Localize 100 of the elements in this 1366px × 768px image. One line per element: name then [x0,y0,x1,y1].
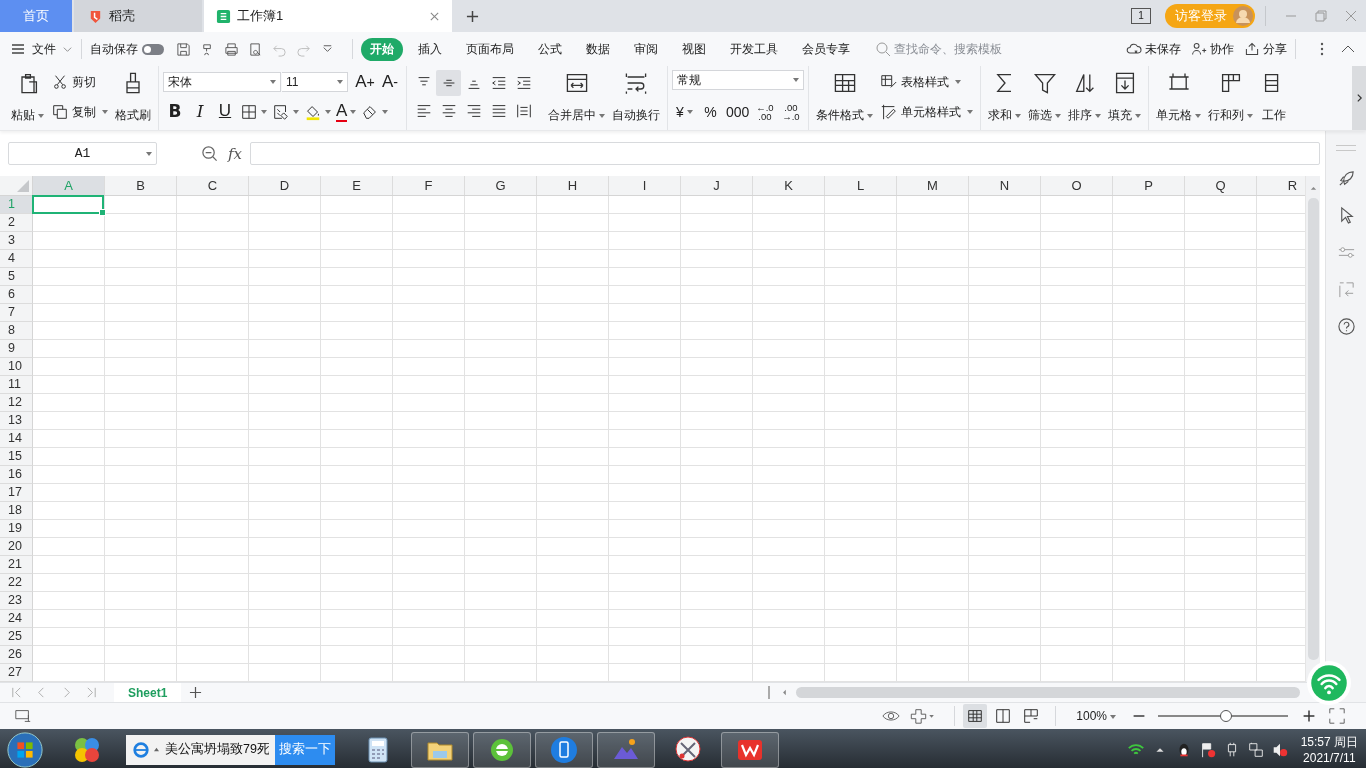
conditional-format-button[interactable]: 条件格式 [813,68,876,126]
row-header[interactable]: 6 [0,286,33,304]
close-icon[interactable] [429,10,440,22]
column-header[interactable]: D [249,176,321,195]
row-header[interactable]: 23 [0,592,33,610]
row-header[interactable]: 5 [0,268,33,286]
ribbon-tab[interactable]: 公式 [529,37,571,61]
print-preview-icon[interactable] [248,41,263,57]
taskbar-app[interactable] [411,731,469,768]
thousands-button[interactable]: 000 [724,100,752,124]
fill-button[interactable]: 填充 [1105,68,1144,126]
decrease-decimal-button[interactable]: .00 →.0 [778,100,804,124]
slider-thumb[interactable] [1219,710,1232,722]
transfer-icon[interactable] [1336,280,1356,299]
row-header[interactable]: 3 [0,232,33,250]
copy-button[interactable]: 复制 [48,100,111,124]
taskbar-app[interactable] [721,731,779,768]
column-header[interactable]: N [969,176,1041,195]
worksheet-button[interactable]: 工作 [1257,68,1291,126]
row-header[interactable]: 19 [0,520,33,538]
docer-tab[interactable]: 稻壳 [74,0,202,32]
cell-row[interactable] [33,340,1305,358]
bold-button[interactable]: B [163,100,187,124]
font-size-dropdown[interactable]: 11 [282,72,348,92]
column-header[interactable]: I [609,176,681,195]
command-search-input[interactable]: 查找命令、搜索模板 [894,42,1022,56]
ribbon-tab[interactable]: 数据 [577,37,619,61]
percent-button[interactable]: % [698,100,723,124]
row-header[interactable]: 14 [0,430,33,448]
function-label[interactable]: fx [228,144,242,163]
row-header[interactable]: 10 [0,358,33,376]
currency-button[interactable]: ¥ [672,100,697,124]
italic-button[interactable]: I [188,100,212,124]
cell-row[interactable] [33,358,1305,376]
cell-row[interactable] [33,250,1305,268]
cell-row[interactable] [33,556,1305,574]
network-icon[interactable] [1246,740,1265,759]
cell-row[interactable] [33,628,1305,646]
cell-row[interactable] [33,322,1305,340]
fullscreen-icon[interactable] [1328,707,1346,725]
collab-action[interactable]: 协作 [1191,40,1234,58]
window-count[interactable]: 1 [1131,8,1151,24]
file-menu[interactable]: 文件 [10,40,73,58]
increase-decimal-button[interactable]: ←.0 .00 [752,100,778,124]
row-header[interactable]: 12 [0,394,33,412]
add-sheet-icon[interactable] [189,686,203,699]
row-header[interactable]: 15 [0,448,33,466]
cell-row[interactable] [33,448,1305,466]
column-header[interactable]: M [897,176,969,195]
row-header[interactable]: 26 [0,646,33,664]
cell-row[interactable] [33,376,1305,394]
cut-button[interactable]: 剪切 [48,70,111,94]
row-header[interactable]: 16 [0,466,33,484]
cell-row[interactable] [33,394,1305,412]
column-header[interactable]: K [753,176,825,195]
cell-row[interactable] [33,520,1305,538]
column-header[interactable]: J [681,176,753,195]
zoom-icon[interactable] [201,145,218,162]
wifi-widget-icon[interactable] [1306,660,1352,706]
help-icon[interactable] [1336,317,1356,336]
row-header[interactable]: 24 [0,610,33,628]
cell-row[interactable] [33,286,1305,304]
underline-button[interactable]: U [213,100,237,124]
macro-icon[interactable] [14,707,32,725]
column-header[interactable]: E [321,176,393,195]
row-header[interactable]: 21 [0,556,33,574]
row-header[interactable]: 20 [0,538,33,556]
number-format-dropdown[interactable]: 常规 [672,70,804,90]
vertical-scrollbar[interactable] [1305,176,1320,682]
column-header[interactable]: L [825,176,897,195]
row-header[interactable]: 13 [0,412,33,430]
sum-button[interactable]: 求和 [985,68,1024,126]
cell-row[interactable] [33,232,1305,250]
cell-row[interactable] [33,664,1305,682]
row-header[interactable]: 8 [0,322,33,340]
column-header[interactable]: G [465,176,537,195]
workbook-tab[interactable]: 工作簿1 [204,0,452,32]
column-header[interactable]: C [177,176,249,195]
new-tab-icon[interactable] [466,9,479,23]
save-icon[interactable] [176,41,191,57]
cell-row[interactable] [33,592,1305,610]
scroll-left-icon[interactable] [780,688,788,697]
row-header[interactable]: 7 [0,304,33,322]
cell-row[interactable] [33,466,1305,484]
column-header[interactable]: H [537,176,609,195]
taskbar-app[interactable] [473,731,531,768]
horizontal-scrollbar[interactable] [768,686,1300,699]
font-color-button[interactable]: A [334,100,359,124]
first-sheet-icon[interactable] [10,686,23,699]
column-header[interactable]: Q [1185,176,1257,195]
sort-button[interactable]: 排序 [1065,68,1104,126]
restore-icon[interactable] [1314,9,1328,23]
cloud-action[interactable]: 未保存 [1126,40,1181,58]
zoom-level-dropdown[interactable]: 100% [1076,709,1116,723]
ribbon-tab[interactable]: 视图 [673,37,715,61]
normal-view-button[interactable] [963,704,988,728]
share-action[interactable]: 分享 [1244,40,1287,58]
cell-row[interactable] [33,304,1305,322]
column-header[interactable]: P [1113,176,1185,195]
ribbon-tab[interactable]: 审阅 [625,37,667,61]
